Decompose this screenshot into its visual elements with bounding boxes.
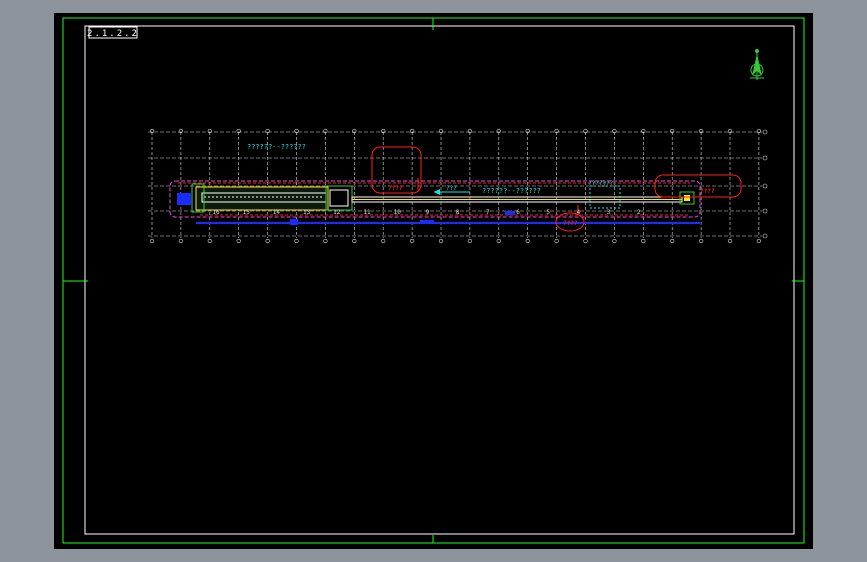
main-building-block (195, 186, 329, 211)
plan-title-left: ??????--?????? (247, 143, 306, 151)
left-entry-node (177, 193, 191, 205)
drawing-sheet (54, 13, 813, 549)
bay-number: 8 (456, 209, 460, 216)
red-label-1: ???? (388, 185, 403, 192)
bay-number: 6 (516, 209, 520, 216)
bay-number: 12 (333, 209, 341, 216)
cad-drawing-viewport[interactable]: 2.1.2.2 ???? ???? ???? ??????? ??????--?… (0, 0, 867, 562)
bay-number: 9 (426, 209, 430, 216)
foundation-marker-3 (505, 211, 515, 215)
foundation-marker-1 (290, 219, 298, 225)
foundation-marker-2 (420, 220, 434, 224)
bay-number: 10 (394, 209, 402, 216)
bay-number: 14 (273, 209, 281, 216)
bay-number: 16 (212, 209, 220, 216)
cyan-box-label: ??????? (588, 180, 614, 187)
bay-number: 2 (637, 209, 641, 216)
plan-title-right: ??????--?????? (482, 187, 541, 195)
bay-number: 15 (243, 209, 251, 216)
right-end-fill (684, 195, 690, 201)
arrow-label: ??? (446, 185, 457, 192)
bay-number: 5 (546, 209, 550, 216)
bay-number: 13 (303, 209, 311, 216)
bay-numbers: 16 15 14 13 12 11 10 9 8 7 6 5 4 3 2 (212, 209, 641, 216)
bay-number: 4 (577, 209, 581, 216)
bay-number: 11 (363, 209, 371, 216)
bay-number: 7 (486, 209, 490, 216)
title-block-label: 2.1.2.2 (87, 29, 139, 39)
red-label-2: ???? (700, 188, 715, 195)
bay-number: 3 (607, 209, 611, 216)
red-label-3: ???? (563, 220, 578, 227)
